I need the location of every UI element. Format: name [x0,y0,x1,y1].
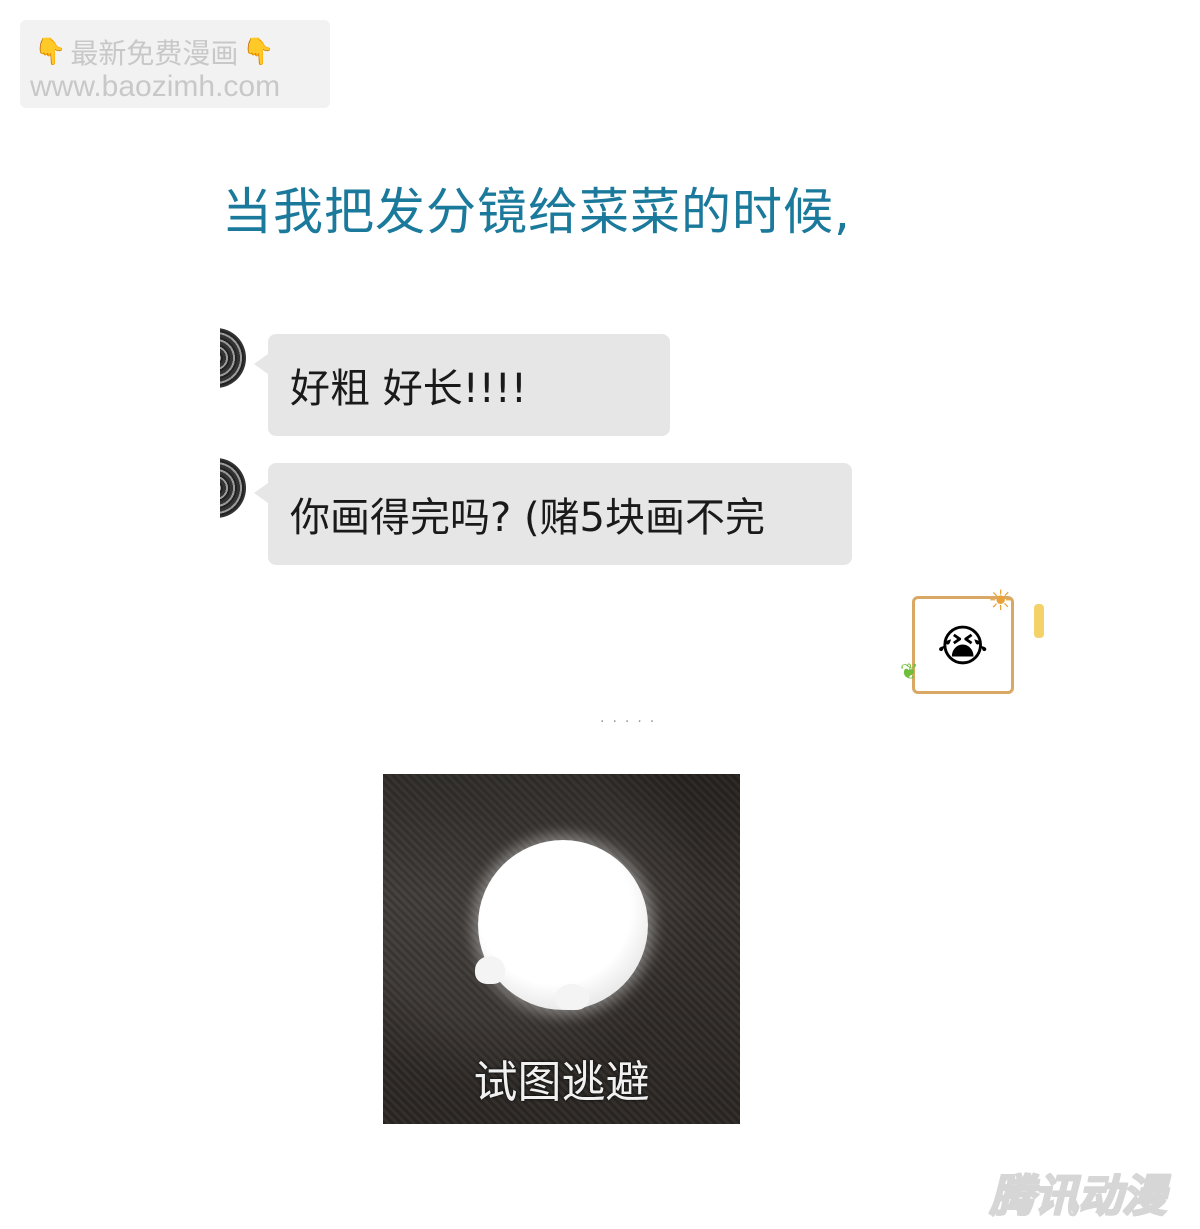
sun-decoration-icon: ☀ [988,584,1014,617]
hamster-paw [475,956,505,984]
chat-message-text: 你画得完吗? (赌5块画不完 [290,495,765,541]
chat-bubble: 好粗 好长!!!! [254,334,670,436]
partial-sticker [1034,604,1044,638]
brand-logo: 腾讯动漫 [989,1170,1167,1223]
watermark-title: 最新免费漫画 [70,37,239,70]
pointing-down-icon: 👇 [34,37,67,67]
watermark-url: www.baozimh.com [30,70,281,103]
meme-caption: 试图逃避 [473,1057,650,1108]
watermark-badge: 👇 最新免费漫画 👇 www.baozimh.com [20,20,330,108]
avatar[interactable] [220,458,246,520]
crying-face-icon: 😭 [937,621,989,672]
meme-image: 试图逃避 [383,774,740,1124]
avatar[interactable] [220,328,246,390]
pointing-down-icon: 👇 [242,37,275,67]
divider-dots: ····· [600,714,663,730]
leaf-decoration-icon: ❦ [900,660,919,685]
hamster-paw [555,984,589,1010]
chat-bubble: 你画得完吗? (赌5块画不完 [254,463,852,565]
white-hamster [478,840,648,1010]
chat-message-text: 好粗 好长!!!! [290,366,527,412]
panel-heading: 当我把发分镜给菜菜的时候, [222,183,851,241]
